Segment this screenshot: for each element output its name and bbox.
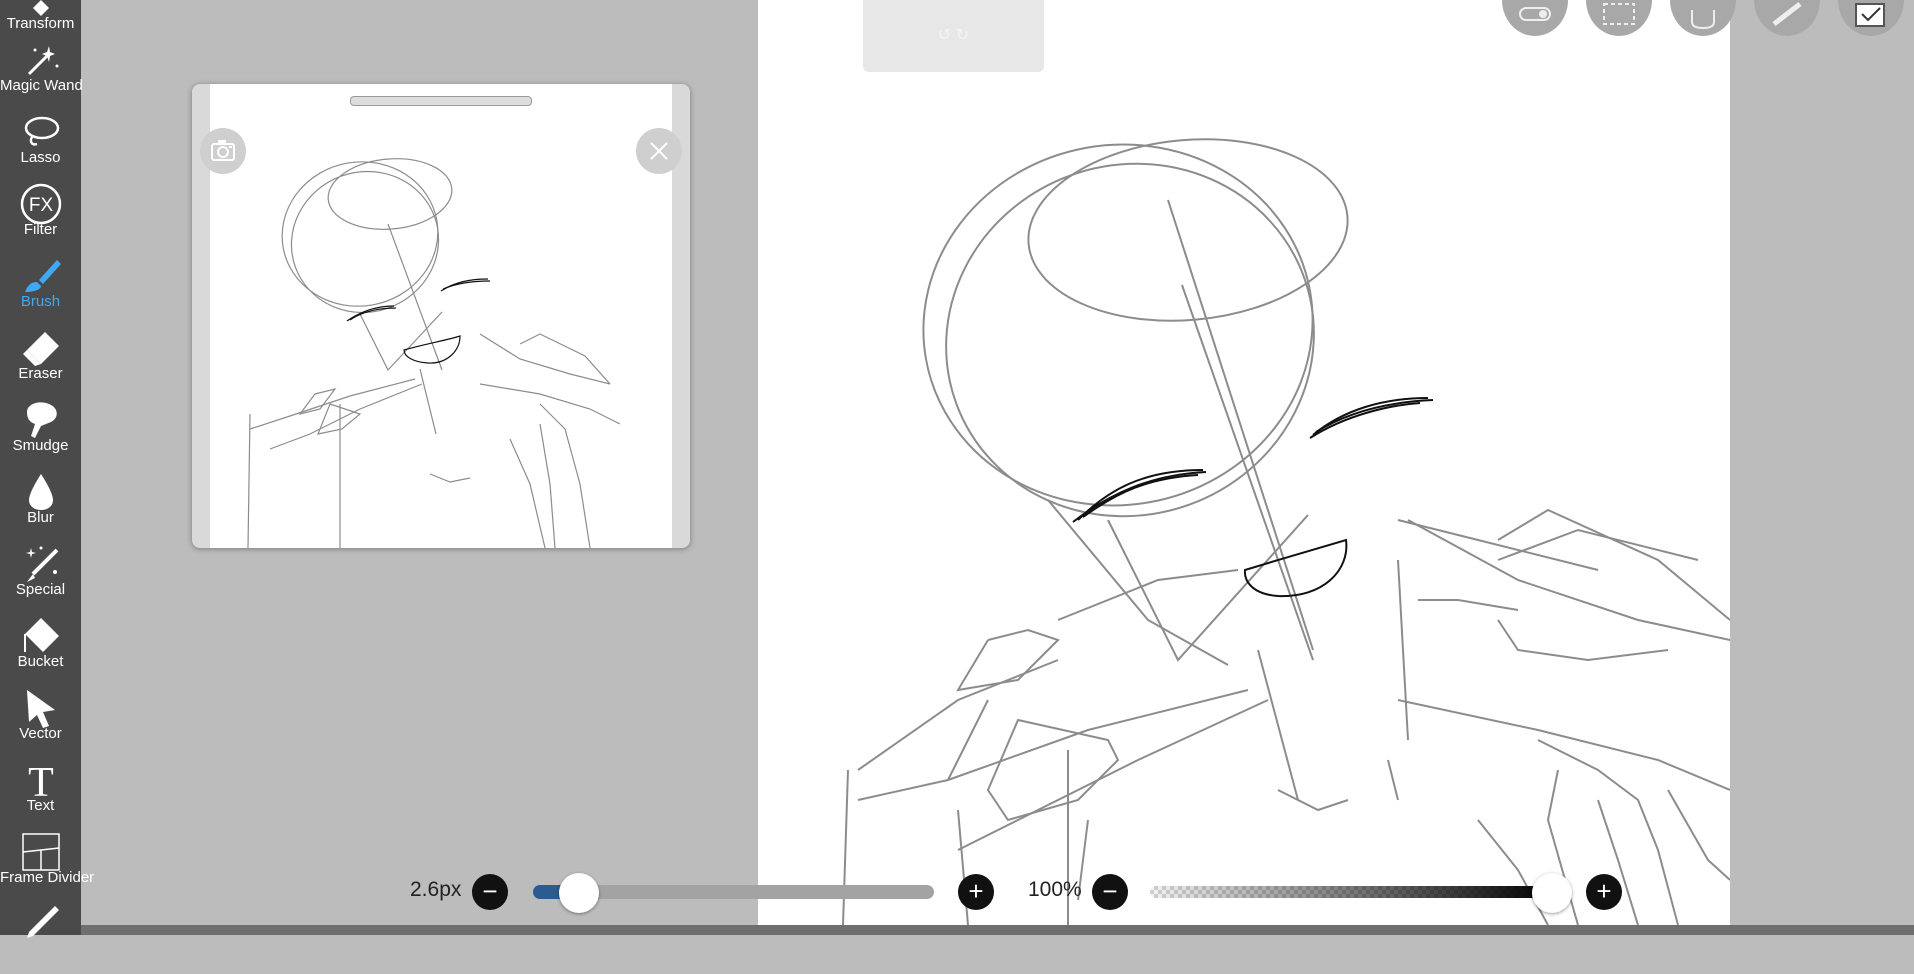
tool-filter[interactable]: FX Filter xyxy=(0,182,81,254)
tool-smudge[interactable]: Smudge xyxy=(0,398,81,470)
tool-label: Filter xyxy=(23,221,58,238)
toggle-button[interactable] xyxy=(1502,0,1568,36)
opacity-minus-button[interactable]: − xyxy=(1092,874,1128,910)
tool-brush[interactable]: Brush xyxy=(0,254,81,326)
vector-arrow-icon xyxy=(26,690,55,728)
tool-label: Text xyxy=(26,797,55,814)
tool-eraser[interactable]: Eraser xyxy=(0,326,81,398)
undo-redo-button[interactable]: ↺ ↻ xyxy=(863,0,1044,72)
ruler-icon xyxy=(1772,2,1802,26)
camera-icon xyxy=(211,140,235,161)
tool-label: Vector xyxy=(19,725,62,742)
tool-label: Blur xyxy=(27,509,54,526)
selection-button[interactable] xyxy=(1586,0,1652,36)
tool-text[interactable]: T Text xyxy=(0,758,81,830)
tool-lasso[interactable]: Lasso xyxy=(0,110,81,182)
brush-size-minus-button[interactable]: − xyxy=(472,874,508,910)
text-glyph: T xyxy=(28,760,54,802)
tool-label: Smudge xyxy=(12,437,69,454)
blur-drop-icon xyxy=(28,474,53,510)
layer-icon xyxy=(1855,3,1885,27)
camera-button[interactable] xyxy=(200,128,246,174)
special-brush-icon xyxy=(25,546,58,582)
tool-bucket[interactable]: Bucket xyxy=(0,614,81,686)
tool-sidebar: Transform Magic Wand Lasso FX Filter Bru… xyxy=(0,0,95,938)
tool-label: Brush xyxy=(20,293,61,310)
eyedropper-icon xyxy=(26,906,59,938)
drawing-canvas[interactable] xyxy=(758,0,1730,925)
magic-wand-icon xyxy=(27,46,58,76)
tool-special[interactable]: Special xyxy=(0,542,81,614)
reference-image xyxy=(210,84,672,548)
tool-blur[interactable]: Blur xyxy=(0,470,81,542)
tool-label: Eraser xyxy=(18,365,63,382)
reference-window[interactable] xyxy=(192,84,690,548)
close-reference-button[interactable] xyxy=(636,128,682,174)
frame-divider-icon xyxy=(21,833,60,871)
tool-label: Bucket xyxy=(17,653,64,670)
close-icon xyxy=(650,142,668,160)
brush-size-value: 2.6px xyxy=(410,878,462,901)
lasso-icon xyxy=(24,116,59,146)
tool-label: Magic Wand xyxy=(0,77,83,94)
smudge-icon xyxy=(26,402,57,438)
tool-vector[interactable]: Vector xyxy=(0,686,81,758)
tool-eyedropper[interactable] xyxy=(0,902,81,974)
opacity-plus-button[interactable]: + xyxy=(1586,874,1622,910)
opacity-slider[interactable] xyxy=(1150,886,1552,898)
fx-glyph: FX xyxy=(28,195,53,216)
hand-button[interactable] xyxy=(1670,0,1736,36)
eraser-icon xyxy=(22,332,59,366)
tool-label: Lasso xyxy=(20,149,61,166)
selection-icon xyxy=(1603,3,1635,25)
tool-frame-divider[interactable]: Frame Divider xyxy=(0,830,95,902)
fx-filter-icon: FX xyxy=(20,183,61,225)
brush-size-plus-button[interactable]: + xyxy=(958,874,994,910)
bucket-icon xyxy=(23,618,59,652)
brush-size-thumb[interactable] xyxy=(559,873,599,913)
layer-button[interactable] xyxy=(1838,0,1904,36)
text-icon: T xyxy=(28,760,54,802)
hand-icon xyxy=(1691,10,1715,30)
ruler-button[interactable] xyxy=(1754,0,1820,36)
tool-label: Special xyxy=(15,581,66,598)
opacity-thumb[interactable] xyxy=(1532,873,1572,913)
tool-magic-wand[interactable]: Magic Wand xyxy=(0,38,83,110)
opacity-value: 100% xyxy=(1028,878,1082,901)
tool-label: Frame Divider xyxy=(0,869,95,886)
brush-icon xyxy=(24,260,61,292)
undo-redo-label: ↺ ↻ xyxy=(937,27,970,44)
toggle-icon xyxy=(1519,7,1551,21)
tool-label: Transform xyxy=(6,15,75,32)
popup-drag-handle[interactable] xyxy=(350,96,532,106)
sketch-drawing xyxy=(842,138,1730,925)
bottom-bar xyxy=(81,925,1914,935)
